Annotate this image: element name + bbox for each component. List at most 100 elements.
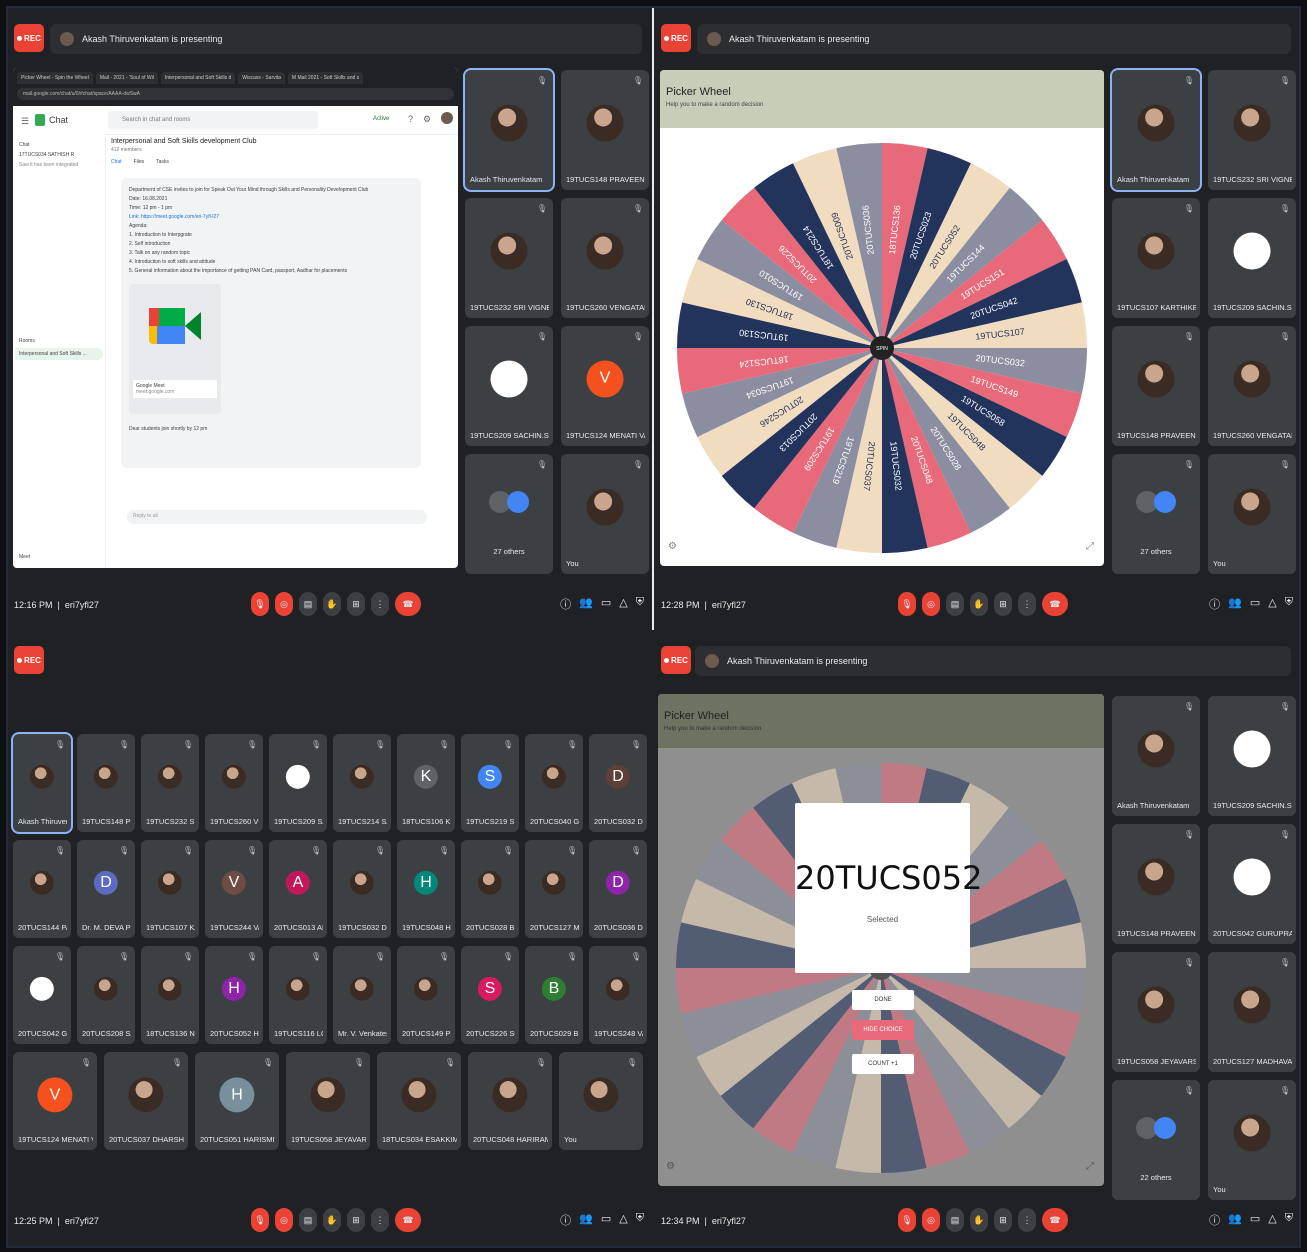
participant-tile[interactable]: 🎙 19TUCS232 SRI VIGNESH P: [1208, 70, 1296, 190]
participant-tile[interactable]: 🎙 20TUCS127 MA...: [525, 840, 583, 938]
participant-tile[interactable]: 🎙 19TUCS058 JEYAVARSHA...: [286, 1052, 370, 1150]
captions-icon[interactable]: ▤: [946, 1208, 964, 1232]
participant-tile[interactable]: 🎙 19TUCS148 PRAVEEN JEFF...: [561, 70, 649, 190]
participant-tile[interactable]: 🎙 19TUCS232 SRI VIGNESH P: [465, 198, 553, 318]
participant-tile[interactable]: 🎙 19TUCS260 VENGATALAK...: [561, 198, 649, 318]
room-tab[interactable]: Tasks: [156, 159, 169, 165]
activities-icon[interactable]: △: [1268, 1212, 1276, 1228]
camera-off-icon[interactable]: ◎: [275, 592, 293, 616]
participant-tile[interactable]: D 🎙 Dr. M. DEVA PRI...: [77, 840, 135, 938]
participant-tile[interactable]: V 🎙 19TUCS124 MENATI VASU...: [561, 326, 649, 446]
mic-off-icon[interactable]: 🎙: [251, 592, 269, 616]
reply-input[interactable]: Reply to all: [127, 510, 427, 524]
activities-icon[interactable]: △: [619, 596, 627, 612]
participant-tile[interactable]: A 🎙 20TUCS013 AN...: [269, 840, 327, 938]
participant-tile[interactable]: V 🎙 19TUCS124 MENATI VASU...: [13, 1052, 97, 1150]
present-icon[interactable]: ⊞: [347, 592, 365, 616]
participant-tile[interactable]: 🎙 You: [1208, 1080, 1296, 1200]
participant-tile[interactable]: 🎙 19TUCS260 VE...: [205, 734, 263, 832]
settings-gear-icon[interactable]: ⚙: [666, 1161, 675, 1172]
count-button[interactable]: COUNT +1: [852, 1054, 914, 1074]
participant-tile[interactable]: 🎙 18TUCS034 ESAKKIMUT...: [377, 1052, 461, 1150]
participant-tile[interactable]: H 🎙 20TUCS052 HA...: [205, 946, 263, 1044]
activities-icon[interactable]: △: [1268, 596, 1276, 612]
participant-tile[interactable]: 🎙 20TUCS042 GU...: [13, 946, 71, 1044]
participant-tile[interactable]: K 🎙 18TUCS106 KRU...: [397, 734, 455, 832]
participant-tile[interactable]: 🎙 You: [561, 454, 649, 574]
account-avatar[interactable]: [441, 112, 453, 124]
menu-icon[interactable]: ☰: [21, 116, 29, 127]
more-options-icon[interactable]: ⋮: [371, 592, 389, 616]
participant-tile[interactable]: 🎙 19TUCS209 SACHIN.S: [1208, 696, 1296, 816]
participant-tile[interactable]: D 🎙 20TUCS036 DH...: [589, 840, 647, 938]
mic-off-icon[interactable]: 🎙: [251, 1208, 269, 1232]
browser-tab[interactable]: Picker Wheel - Spin the Wheel: [17, 72, 93, 84]
mic-off-icon[interactable]: 🎙: [898, 1208, 916, 1232]
captions-icon[interactable]: ▤: [299, 1208, 317, 1232]
chat-icon[interactable]: ▭: [601, 596, 611, 612]
participant-tile[interactable]: V 🎙 19TUCS244 VAI...: [205, 840, 263, 938]
activities-icon[interactable]: △: [619, 1212, 627, 1228]
chat-icon[interactable]: ▭: [601, 1212, 611, 1228]
participant-tile[interactable]: 🎙 Akash Thiruvenkatam: [465, 70, 553, 190]
participant-tile[interactable]: S 🎙 20TUCS226 SO...: [461, 946, 519, 1044]
participant-tile[interactable]: 🎙 19TUCS116 LO...: [269, 946, 327, 1044]
host-controls-icon[interactable]: ⛨: [1285, 1212, 1293, 1228]
more-options-icon[interactable]: ⋮: [1018, 592, 1036, 616]
end-call-icon[interactable]: ☎: [395, 1208, 421, 1232]
participant-tile[interactable]: H 🎙 20TUCS051 HARISMITA K: [195, 1052, 279, 1150]
host-controls-icon[interactable]: ⛨: [1285, 596, 1293, 612]
participant-tile[interactable]: 🎙 19TUCS214 SAR...: [333, 734, 391, 832]
raise-hand-icon[interactable]: ✋: [323, 1208, 341, 1232]
hide-choice-button[interactable]: HIDE CHOICE: [852, 1020, 914, 1040]
people-icon[interactable]: 👥: [1228, 596, 1242, 612]
participant-tile[interactable]: 🎙 You: [1208, 454, 1296, 574]
camera-off-icon[interactable]: ◎: [922, 592, 940, 616]
chat-search-input[interactable]: Search in chat and rooms: [108, 111, 318, 129]
address-bar[interactable]: mail.google.com/chat/u/0/#chat/space/AAA…: [17, 88, 454, 100]
people-icon[interactable]: 👥: [1228, 1212, 1242, 1228]
participant-tile[interactable]: 🎙 You: [559, 1052, 643, 1150]
participant-tile[interactable]: 🎙 20TUCS144 PA...: [13, 840, 71, 938]
present-icon[interactable]: ⊞: [347, 1208, 365, 1232]
raise-hand-icon[interactable]: ✋: [323, 592, 341, 616]
people-icon[interactable]: 👥: [579, 1212, 593, 1228]
fullscreen-icon[interactable]: ⤢: [1086, 541, 1094, 552]
chat-icon[interactable]: ▭: [1250, 596, 1260, 612]
browser-tab[interactable]: Mail - 2021 - 'Soul of Wil: [95, 72, 158, 84]
end-call-icon[interactable]: ☎: [1042, 1208, 1068, 1232]
people-icon[interactable]: 👥: [579, 596, 593, 612]
present-icon[interactable]: ⊞: [994, 592, 1012, 616]
participant-tile[interactable]: H 🎙 19TUCS048 HA...: [397, 840, 455, 938]
participant-tile[interactable]: 🎙 18TUCS136 NIV...: [141, 946, 199, 1044]
participant-tile[interactable]: B 🎙 20TUCS029 BH...: [525, 946, 583, 1044]
info-icon[interactable]: ⓘ: [560, 1212, 571, 1228]
browser-tab[interactable]: Interpersonal and Soft Skills d: [160, 72, 236, 84]
participant-tile[interactable]: 🎙 19TUCS209 SACHIN.S: [1208, 198, 1296, 318]
sidebar-chat-header[interactable]: Chat: [19, 142, 99, 148]
camera-off-icon[interactable]: ◎: [275, 1208, 293, 1232]
participant-tile[interactable]: 🎙 20TUCS048 HARIRAM G: [468, 1052, 552, 1150]
present-icon[interactable]: ⊞: [994, 1208, 1012, 1232]
sidebar-room-item[interactable]: Interpersonal and Soft Skills ...: [15, 348, 103, 360]
help-icon[interactable]: ?: [408, 114, 413, 124]
sidebar-rooms-header[interactable]: Rooms: [19, 338, 99, 344]
raise-hand-icon[interactable]: ✋: [970, 1208, 988, 1232]
info-icon[interactable]: ⓘ: [1209, 596, 1220, 612]
sidebar-meet-header[interactable]: Meet: [19, 554, 30, 560]
participant-tile[interactable]: 🎙 20TUCS149 PRI...: [397, 946, 455, 1044]
meet-link-card[interactable]: Google Meet meet.google.com: [129, 284, 221, 414]
host-controls-icon[interactable]: ⛨: [636, 596, 644, 612]
participant-tile[interactable]: 🎙 27 others: [465, 454, 553, 574]
participant-tile[interactable]: 🎙 22 others: [1112, 1080, 1200, 1200]
participant-tile[interactable]: 🎙 20TUCS042 GURUPRASAT...: [1208, 824, 1296, 944]
participant-tile[interactable]: 🎙 Akash Thiruvenkatam: [1112, 696, 1200, 816]
browser-tab[interactable]: M Mail 2021 - Soft Skills and s: [287, 72, 364, 84]
info-icon[interactable]: ⓘ: [1209, 1212, 1220, 1228]
participant-tile[interactable]: 🎙 20TUCS127 MADHAVAPR...: [1208, 952, 1296, 1072]
participant-tile[interactable]: 🎙 19TUCS148 PRAVEEN JEFF...: [1112, 326, 1200, 446]
more-options-icon[interactable]: ⋮: [371, 1208, 389, 1232]
participant-tile[interactable]: 🎙 19TUCS260 VENGATALAK...: [1208, 326, 1296, 446]
participant-tile[interactable]: 🎙 20TUCS208 SA...: [77, 946, 135, 1044]
settings-icon[interactable]: ⚙: [423, 114, 431, 125]
